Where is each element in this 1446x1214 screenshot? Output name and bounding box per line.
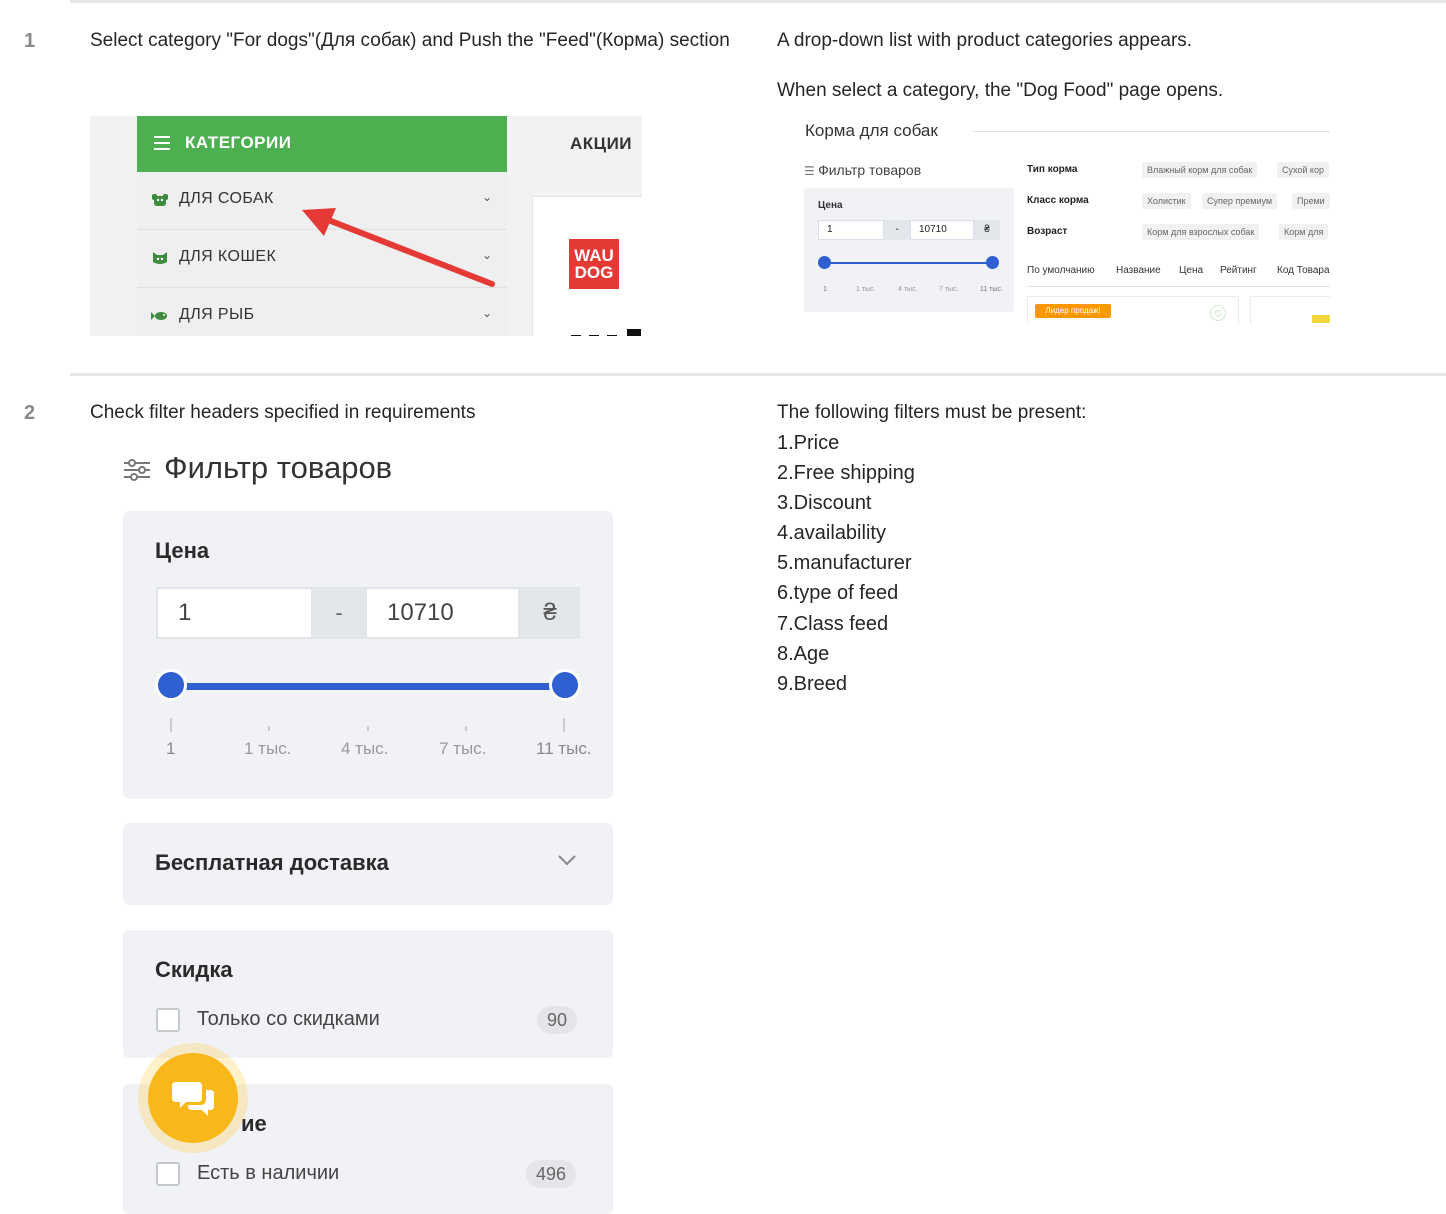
price-slider-max-handle[interactable] xyxy=(986,256,999,269)
availability-checkbox[interactable] xyxy=(156,1162,180,1186)
step-action: Select category "For dogs"(Для собак) an… xyxy=(90,30,730,51)
price-label: Цена xyxy=(818,200,843,211)
tick-label: 1 xyxy=(823,286,827,293)
filter-chip[interactable]: Холистик xyxy=(1142,193,1191,209)
filter-chip[interactable]: Корм для взрослых собак xyxy=(1142,224,1260,240)
slider-tick xyxy=(465,726,467,731)
annotation-arrow xyxy=(302,208,495,287)
step-number: 2 xyxy=(24,402,36,424)
tick-label: 1 xyxy=(166,739,176,758)
filter-list-item: 5.manufacturer xyxy=(777,552,912,575)
chat-button[interactable] xyxy=(148,1053,238,1143)
step-divider xyxy=(70,373,1446,376)
currency-label: ₴ xyxy=(520,587,580,639)
bestseller-badge: Лидер продаж! xyxy=(1035,304,1111,318)
filter-sliders-icon xyxy=(122,458,152,487)
tick-label: 11 тыс. xyxy=(980,286,1003,293)
tick-label: 4 тыс. xyxy=(341,739,389,758)
filter-list-item: 3.Discount xyxy=(777,492,872,515)
filter-list-item: 6.type of feed xyxy=(777,582,899,605)
price-slider-min-handle[interactable] xyxy=(818,256,831,269)
filter-row-label: Возраст xyxy=(1027,226,1068,237)
currency-label: ₴ xyxy=(974,220,1000,240)
filter-chip[interactable]: Корм для xyxy=(1279,224,1329,240)
tick-label: 4 тыс. xyxy=(898,286,918,293)
slider-tick xyxy=(563,718,565,732)
price-min-input[interactable]: 1 xyxy=(156,587,313,639)
price-slider-max-handle[interactable] xyxy=(549,669,581,701)
filter-sliders-icon: ☰ xyxy=(804,164,819,178)
filter-chip[interactable]: Преми xyxy=(1292,193,1330,209)
filter-chip[interactable]: Сухой кор xyxy=(1277,162,1329,178)
price-separator: - xyxy=(884,220,910,240)
free-shipping-label: Бесплатная доставка xyxy=(155,850,389,875)
page-title: Корма для собак xyxy=(805,121,938,140)
price-slider-min-handle[interactable] xyxy=(155,669,187,701)
step-result-intro: The following filters must be present: xyxy=(777,402,1087,423)
price-separator: - xyxy=(313,587,365,639)
filter-list-item: 7.Class feed xyxy=(777,612,889,635)
heart-icon[interactable]: ♡ xyxy=(1210,305,1226,321)
slider-tick xyxy=(268,726,270,731)
chevron-down-icon xyxy=(557,853,577,871)
product-image-fragment xyxy=(1312,315,1330,323)
filter-row-label: Тип корма xyxy=(1027,164,1078,175)
tick-label: 1 тыс. xyxy=(856,286,876,293)
price-filter-mini: Цена 1 - 10710 ₴ 1 1 тыс. 4 тыс. 7 тыс. … xyxy=(804,188,1014,312)
availability-option-label: Есть в наличии xyxy=(197,1162,340,1184)
sort-underline xyxy=(1027,286,1330,287)
filter-chip[interactable]: Супер премиум xyxy=(1202,193,1278,209)
price-filter-card: Цена 1 - 10710 ₴ 1 1 тыс. 4 тыс. 7 тыс. … xyxy=(123,511,613,799)
price-slider-track xyxy=(173,683,565,690)
tick-label: 11 тыс. xyxy=(536,739,592,758)
slider-tick xyxy=(367,726,369,731)
sort-option[interactable]: Название xyxy=(1116,265,1161,276)
sort-option[interactable]: Цена xyxy=(1179,265,1203,276)
slider-tick xyxy=(170,718,172,732)
step-number: 1 xyxy=(24,30,36,52)
discount-label: Скидка xyxy=(155,957,233,982)
categories-screenshot: КАТЕГОРИИ АКЦИИ ДЛЯ СОБАК ⌄ ДЛЯ КОШЕК ⌄ … xyxy=(90,116,642,336)
filter-list-item: 1.Price xyxy=(777,432,840,454)
step-result-line: When select a category, the "Dog Food" p… xyxy=(777,80,1224,101)
filter-title: ☰ Фильтр товаров xyxy=(804,162,922,178)
filter-list-item: 9.Breed xyxy=(777,672,848,695)
price-label: Цена xyxy=(155,538,210,563)
availability-count-badge: 496 xyxy=(526,1160,577,1188)
discount-count-badge: 90 xyxy=(537,1006,578,1034)
required-filters-list: 1.Price 2.Free shipping 3.Discount 4.ava… xyxy=(777,428,915,699)
discount-option-label: Только со скидками xyxy=(197,1008,380,1030)
tick-label: 7 тыс. xyxy=(439,739,487,758)
filter-chip[interactable]: Влажный корм для собак xyxy=(1142,162,1258,178)
price-slider-track xyxy=(825,262,993,264)
free-shipping-filter-card[interactable]: Бесплатная доставка xyxy=(123,823,613,905)
dog-food-screenshot: Корма для собак ☰ Фильтр товаров Цена 1 … xyxy=(800,118,1330,324)
step-result-line: A drop-down list with product categories… xyxy=(777,30,1193,51)
title-underline xyxy=(972,131,1330,132)
price-max-input[interactable]: 10710 xyxy=(910,220,974,240)
filter-list-item: 2.Free shipping xyxy=(777,462,915,485)
sort-option[interactable]: Код Товара xyxy=(1277,265,1330,276)
tick-label: 1 тыс. xyxy=(244,739,292,758)
price-min-input[interactable]: 1 xyxy=(818,220,884,240)
discount-checkbox[interactable] xyxy=(156,1008,180,1032)
price-max-input[interactable]: 10710 xyxy=(365,587,520,639)
chat-icon xyxy=(172,1080,216,1123)
top-divider xyxy=(70,0,1446,3)
filter-list-item: 8.Age xyxy=(777,642,830,665)
filter-list-item: 4.availability xyxy=(777,522,886,545)
sort-option[interactable]: Рейтинг xyxy=(1220,265,1257,276)
discount-filter-card: Скидка Только со скидками 90 xyxy=(123,930,613,1058)
filter-title: Фильтр товаров xyxy=(164,450,393,485)
filter-row-label: Класс корма xyxy=(1027,195,1089,206)
step-action: Check filter headers specified in requir… xyxy=(90,402,476,423)
sort-option[interactable]: По умолчанию xyxy=(1027,265,1095,276)
tick-label: 7 тыс. xyxy=(939,286,959,293)
